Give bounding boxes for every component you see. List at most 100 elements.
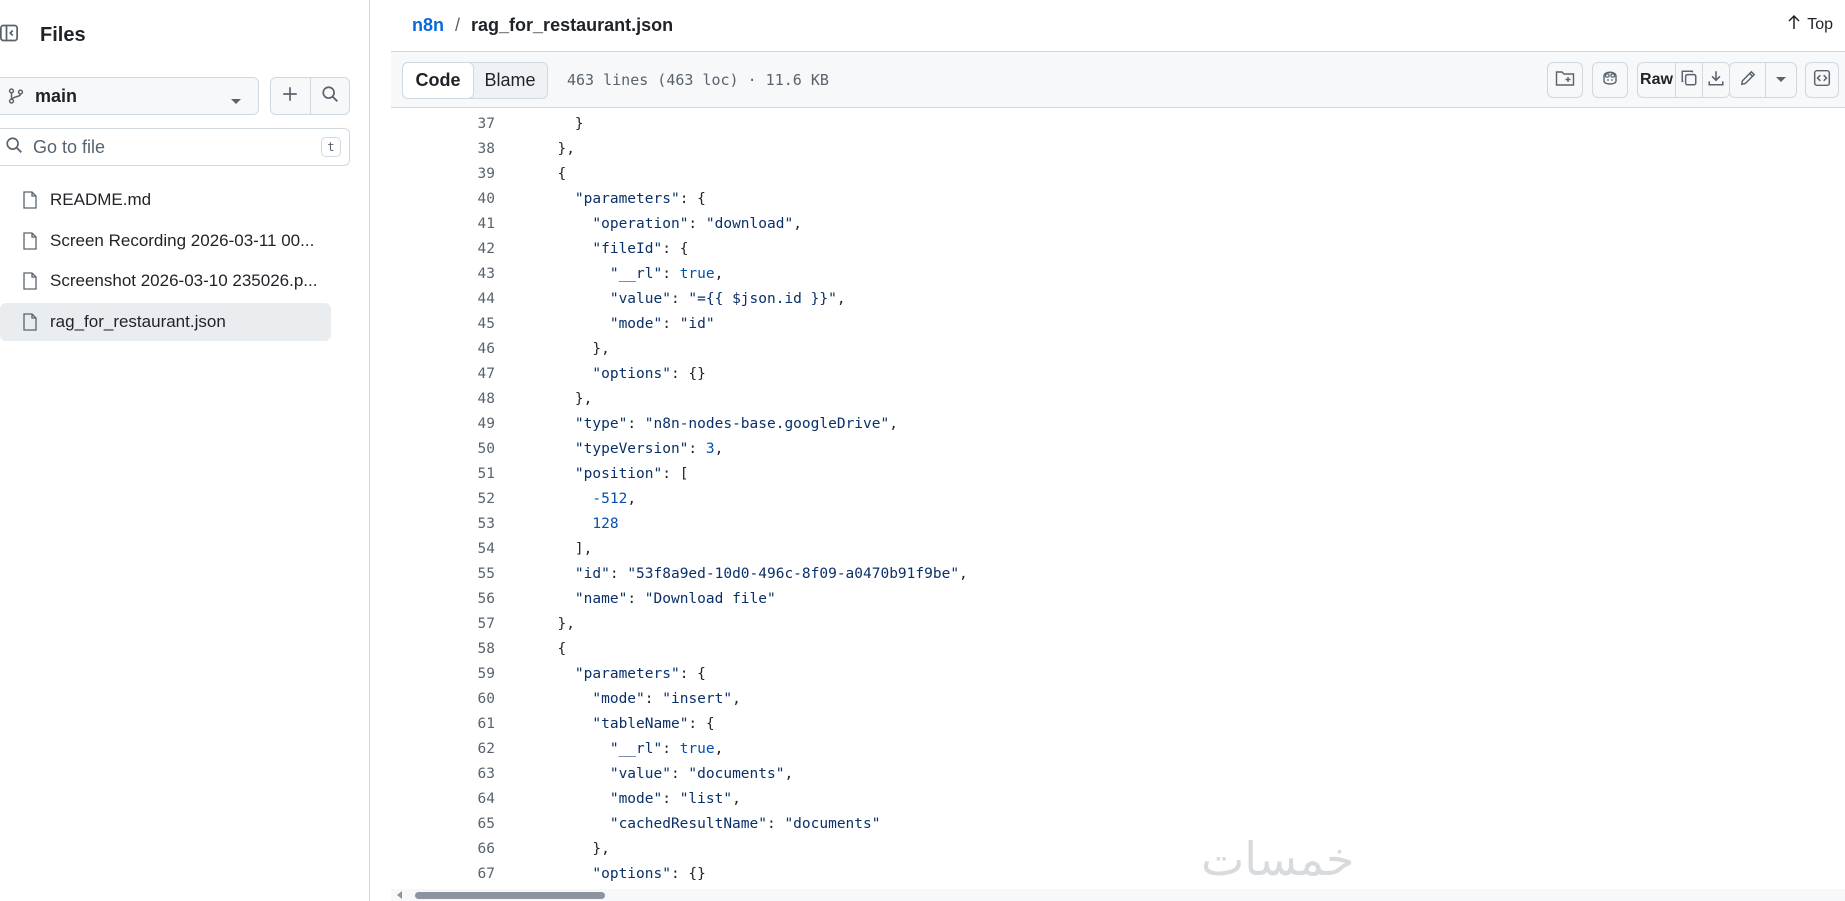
code-square-icon: [1813, 69, 1831, 92]
code-text: "cachedResultName": "documents": [609, 816, 881, 832]
copilot-button[interactable]: [1592, 62, 1628, 98]
code-text: },: [540, 391, 593, 407]
search-icon: [5, 136, 23, 159]
line-number[interactable]: 56: [391, 587, 495, 612]
line-number[interactable]: 64: [391, 787, 495, 812]
line-number[interactable]: 46: [391, 337, 495, 362]
code-text: "fileId": {: [592, 241, 689, 257]
go-to-file-input[interactable]: Go to file t: [0, 128, 350, 166]
line-number[interactable]: 41: [391, 212, 495, 237]
code-line: 45 "mode": "id": [391, 312, 1845, 337]
file-item-screenshot[interactable]: Screenshot 2026-03-10 235026.p...: [0, 262, 331, 300]
add-file-button[interactable]: [271, 78, 310, 114]
code-text: "__rl": true,: [609, 266, 724, 282]
line-number[interactable]: 39: [391, 162, 495, 187]
file-item-label: Screenshot 2026-03-10 235026.p...: [50, 271, 318, 290]
pencil-icon: [1739, 69, 1757, 92]
line-number[interactable]: 48: [391, 387, 495, 412]
file-icon: [22, 312, 38, 331]
line-number[interactable]: 49: [391, 412, 495, 437]
line-number[interactable]: 63: [391, 762, 495, 787]
line-number[interactable]: 57: [391, 612, 495, 637]
tab-code[interactable]: Code: [402, 62, 474, 99]
line-number[interactable]: 47: [391, 362, 495, 387]
copy-icon: [1680, 69, 1698, 92]
line-number[interactable]: 55: [391, 562, 495, 587]
branch-name: main: [35, 85, 78, 106]
line-number[interactable]: 40: [391, 187, 495, 212]
code-text: "options": {}: [592, 366, 706, 382]
file-item-rag-for-restaurant[interactable]: rag_for_restaurant.json: [0, 302, 331, 341]
line-number[interactable]: 65: [391, 812, 495, 837]
tab-blame[interactable]: Blame: [473, 63, 547, 98]
line-number[interactable]: 58: [391, 637, 495, 662]
code-text: "value": "={{ $json.id }}",: [609, 291, 846, 307]
file-item-screen-recording[interactable]: Screen Recording 2026-03-11 00...: [0, 222, 331, 260]
sidebar-title: Files: [40, 24, 86, 46]
line-number[interactable]: 43: [391, 262, 495, 287]
code-text: 128: [592, 516, 619, 532]
file-toolbar: Code Blame 463 lines (463 loc) · 11.6 KB…: [391, 51, 1845, 108]
code-text: "options": {}: [592, 866, 706, 882]
plus-icon: [281, 85, 299, 108]
line-number[interactable]: 37: [391, 112, 495, 137]
scrollbar-thumb[interactable]: [415, 892, 605, 899]
code-text: "typeVersion": 3,: [574, 441, 724, 457]
code-text: {: [540, 641, 567, 657]
code-line: 66 },: [391, 837, 1845, 862]
chevron-down-icon: [230, 93, 242, 111]
code-text: "mode": "insert",: [592, 691, 741, 707]
code-line: 59 "parameters": {: [391, 662, 1845, 687]
code-line: 39 {: [391, 162, 1845, 187]
code-line: 42 "fileId": {: [391, 237, 1845, 262]
breadcrumb-bar: n8n / rag_for_restaurant.json Top: [391, 0, 1845, 51]
line-number[interactable]: 59: [391, 662, 495, 687]
symbols-panel-button[interactable]: [1805, 62, 1839, 98]
line-number[interactable]: 67: [391, 862, 495, 887]
file-item-readme[interactable]: README.md: [0, 181, 331, 219]
copy-raw-button[interactable]: [1675, 63, 1702, 97]
line-number[interactable]: 50: [391, 437, 495, 462]
line-number[interactable]: 66: [391, 837, 495, 862]
code-line: 54 ],: [391, 537, 1845, 562]
edit-options-dropdown[interactable]: [1765, 63, 1796, 97]
arrow-up-icon: [1787, 14, 1807, 35]
line-number[interactable]: 61: [391, 712, 495, 737]
chevron-down-icon: [1775, 71, 1787, 89]
file-icon: [22, 191, 38, 209]
download-raw-button[interactable]: [1702, 63, 1729, 97]
back-to-top-button[interactable]: Top: [1787, 14, 1833, 35]
code-line: 58 {: [391, 637, 1845, 662]
horizontal-scrollbar[interactable]: [391, 889, 1845, 901]
code-text: },: [540, 341, 610, 357]
code-line: 57 },: [391, 612, 1845, 637]
line-number[interactable]: 62: [391, 737, 495, 762]
line-number[interactable]: 44: [391, 287, 495, 312]
code-line: 60 "mode": "insert",: [391, 687, 1845, 712]
line-number[interactable]: 60: [391, 687, 495, 712]
file-icon: [22, 231, 38, 250]
search-files-button[interactable]: [309, 78, 350, 114]
open-in-folder-button[interactable]: [1547, 62, 1583, 98]
line-number[interactable]: 54: [391, 537, 495, 562]
code-line: 61 "tableName": {: [391, 712, 1845, 737]
code-text: "mode": "list",: [609, 791, 741, 807]
code-text: "type": "n8n-nodes-base.googleDrive",: [574, 416, 898, 432]
code-line: 43 "__rl": true,: [391, 262, 1845, 287]
line-number[interactable]: 42: [391, 237, 495, 262]
breadcrumb-repo-link[interactable]: n8n: [412, 15, 444, 36]
line-number[interactable]: 51: [391, 462, 495, 487]
code-line: 41 "operation": "download",: [391, 212, 1845, 237]
code-text: "name": "Download file": [574, 591, 776, 607]
line-number[interactable]: 52: [391, 487, 495, 512]
branch-selector[interactable]: main: [0, 77, 259, 115]
edit-file-button[interactable]: [1730, 63, 1765, 97]
line-number[interactable]: 45: [391, 312, 495, 337]
sidebar-collapse-icon: [0, 23, 19, 48]
collapse-sidebar-button[interactable]: [0, 18, 26, 52]
line-number[interactable]: 53: [391, 512, 495, 537]
scroll-left-arrow[interactable]: [397, 891, 402, 899]
raw-button[interactable]: Raw: [1638, 63, 1675, 97]
keyboard-shortcut-hint: t: [321, 137, 341, 157]
line-number[interactable]: 38: [391, 137, 495, 162]
